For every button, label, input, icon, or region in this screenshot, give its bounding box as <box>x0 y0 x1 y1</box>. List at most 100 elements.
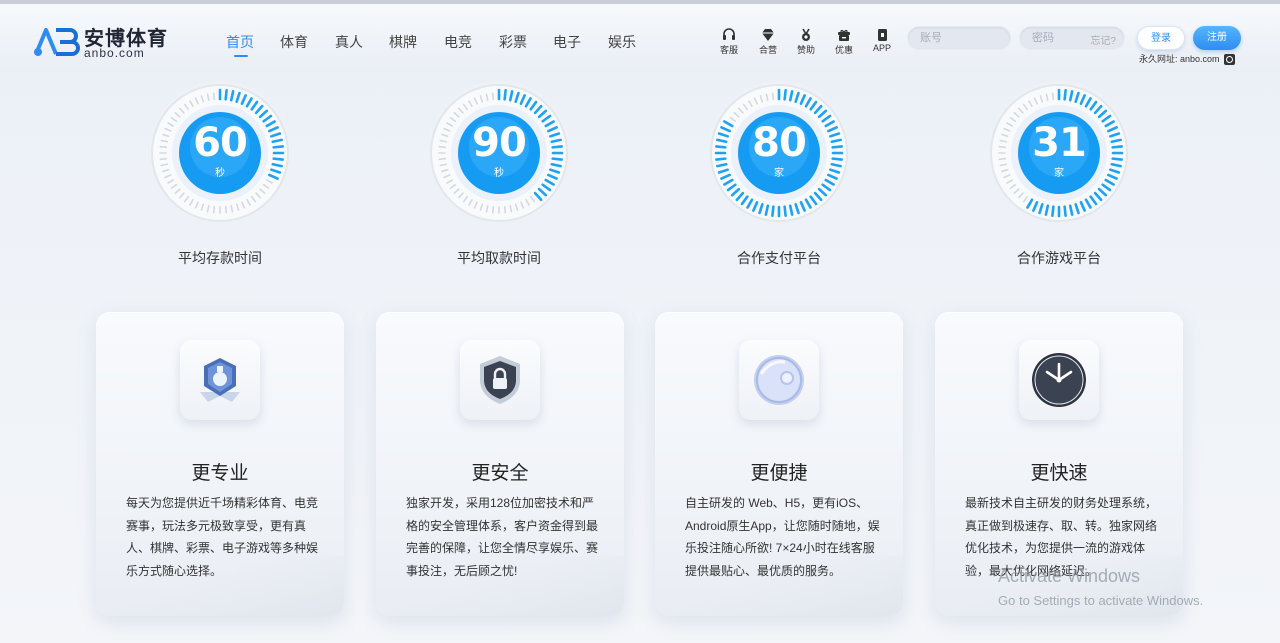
search-icon[interactable] <box>1224 54 1236 66</box>
stat-value: 80 <box>752 120 807 166</box>
stat-label: 合作支付平台 <box>737 250 821 266</box>
gauge-tick <box>503 89 507 101</box>
gauge-tick <box>771 92 775 101</box>
site-header: 安博体育 anbo.com 首页 体育 真人 棋牌 电竞 彩票 电子 娱乐 客服… <box>0 4 1280 72</box>
gauge-tick <box>788 90 794 102</box>
card-description: 独家开发，采用128位加密技术和严格的安全管理体系，客户资金得到最完善的保障，让… <box>406 496 599 578</box>
gauge-tick <box>771 205 775 217</box>
stat-value: 90 <box>472 120 527 166</box>
quick-label: 赞助 <box>796 45 815 55</box>
medal-badge-icon <box>200 358 240 402</box>
watermark-title: Activate Windows <box>998 566 1141 586</box>
card-description: 每天为您提供近千场精彩体育、电竞赛事，玩法多元极致享受，更有真人、棋牌、彩票、电… <box>126 496 319 578</box>
phone-icon <box>878 29 887 41</box>
quick-link-app[interactable]: APP <box>867 28 897 62</box>
quick-link-partner[interactable]: 合营 <box>753 28 783 62</box>
gauge: 31 家 <box>984 78 1134 228</box>
stat-payment-partners: 80 家 合作支付平台 <box>704 78 854 266</box>
forgot-password-link[interactable]: 忘记? <box>1090 32 1116 47</box>
account-input[interactable] <box>908 27 1010 49</box>
password-field[interactable]: 忘记? <box>1019 26 1125 50</box>
quick-link-support[interactable]: 客服 <box>714 28 744 62</box>
gauge-tick <box>212 205 216 214</box>
login-button[interactable]: 登录 <box>1137 26 1185 50</box>
feature-card-professional: 更专业 每天为您提供近千场精彩体育、电竞赛事，玩法多元极致享受，更有真人、棋牌、… <box>96 312 344 616</box>
diamond-icon <box>762 29 774 41</box>
stat-unit: 家 <box>774 168 784 179</box>
feature-card-convenient: 更便捷 自主研发的 Web、H5，更有iOS、Android原生App，让您随时… <box>655 312 903 616</box>
quick-label: 客服 <box>719 45 738 55</box>
brand-logo[interactable]: 安博体育 anbo.com <box>32 22 172 66</box>
sphere-icon <box>754 355 804 405</box>
gauge-tick <box>1063 205 1067 217</box>
quick-label: 合营 <box>758 45 777 55</box>
gauge-tick <box>1068 90 1074 102</box>
anbo-logo-mark-icon <box>34 28 80 56</box>
stat-unit: 秒 <box>494 168 504 179</box>
gauge-tick <box>508 90 514 102</box>
nav-item-live[interactable]: 真人 <box>335 32 363 52</box>
gauge-tick <box>224 205 228 214</box>
stat-label: 平均取款时间 <box>457 250 541 266</box>
nav-active-indicator <box>234 55 248 57</box>
stat-value: 31 <box>1032 120 1087 166</box>
nav-item-slots[interactable]: 电子 <box>553 32 581 52</box>
brand-subtitle: anbo.com <box>84 46 145 60</box>
quick-link-sponsor[interactable]: 赞助 <box>791 28 821 62</box>
stat-label: 合作游戏平台 <box>1017 250 1101 266</box>
card-title: 更专业 <box>191 463 249 484</box>
gauge: 80 家 <box>704 78 854 228</box>
gauge-tick <box>503 205 507 214</box>
stat-withdraw-time: 90 秒 平均取款时间 <box>424 78 574 266</box>
gauge-tick <box>229 90 235 102</box>
quick-label: 优惠 <box>834 45 853 55</box>
gauge-tick <box>1044 204 1050 216</box>
permalink[interactable]: 永久网址: anbo.com <box>1139 52 1236 66</box>
gauge-tick <box>491 205 495 214</box>
nav-item-esports[interactable]: 电竞 <box>444 32 472 52</box>
nav-item-cards[interactable]: 棋牌 <box>389 32 417 52</box>
gauge-tick <box>1051 92 1055 101</box>
medal-icon <box>802 28 810 41</box>
headset-icon <box>723 28 735 40</box>
gauge-tick <box>788 204 794 216</box>
os-activation-watermark: Activate Windows Go to Settings to activ… <box>998 566 1203 608</box>
nav-item-entertainment[interactable]: 娱乐 <box>608 32 636 52</box>
card-icon-tile <box>739 340 819 420</box>
stat-unit: 秒 <box>215 168 225 179</box>
clock-icon <box>1032 353 1086 407</box>
quick-label: APP <box>872 43 891 53</box>
card-description: 自主研发的 Web、H5，更有iOS、Android原生App，让您随时随地，娱… <box>685 496 880 578</box>
nav-item-home[interactable]: 首页 <box>226 32 254 52</box>
shield-lock-icon <box>480 356 520 404</box>
gauge-tick <box>1051 205 1055 217</box>
card-icon-tile <box>180 340 260 420</box>
gauge-tick <box>212 92 216 101</box>
stat-game-partners: 31 家 合作游戏平台 <box>984 78 1134 266</box>
quick-link-promotions[interactable]: 优惠 <box>829 28 859 62</box>
gauge-tick <box>783 89 787 101</box>
card-title: 更快速 <box>1030 463 1088 484</box>
card-title: 更安全 <box>471 463 529 484</box>
permalink-text: 永久网址: anbo.com <box>1139 54 1220 64</box>
card-icon-tile <box>460 340 540 420</box>
watermark-subtitle: Go to Settings to activate Windows. <box>998 593 1204 608</box>
stat-unit: 家 <box>1054 168 1064 179</box>
gift-icon <box>838 29 850 41</box>
register-button[interactable]: 注册 <box>1193 26 1241 50</box>
gauge-tick <box>764 204 770 216</box>
feature-card-secure: 更安全 独家开发，采用128位加密技术和严格的安全管理体系，客户资金得到最完善的… <box>376 312 624 616</box>
nav-item-lottery[interactable]: 彩票 <box>499 32 527 52</box>
gauge-tick <box>224 89 228 101</box>
gauge: 60 秒 <box>145 78 295 228</box>
stat-value: 60 <box>193 120 248 166</box>
gauge-tick <box>491 92 495 101</box>
gauge: 90 秒 <box>424 78 574 228</box>
card-icon-tile <box>1019 340 1099 420</box>
account-field[interactable] <box>907 26 1011 50</box>
gauge-tick <box>1063 89 1067 101</box>
gauge-tick <box>1068 204 1074 216</box>
gauge-tick <box>783 205 787 217</box>
card-title: 更便捷 <box>750 463 808 484</box>
nav-item-sports[interactable]: 体育 <box>280 32 308 52</box>
